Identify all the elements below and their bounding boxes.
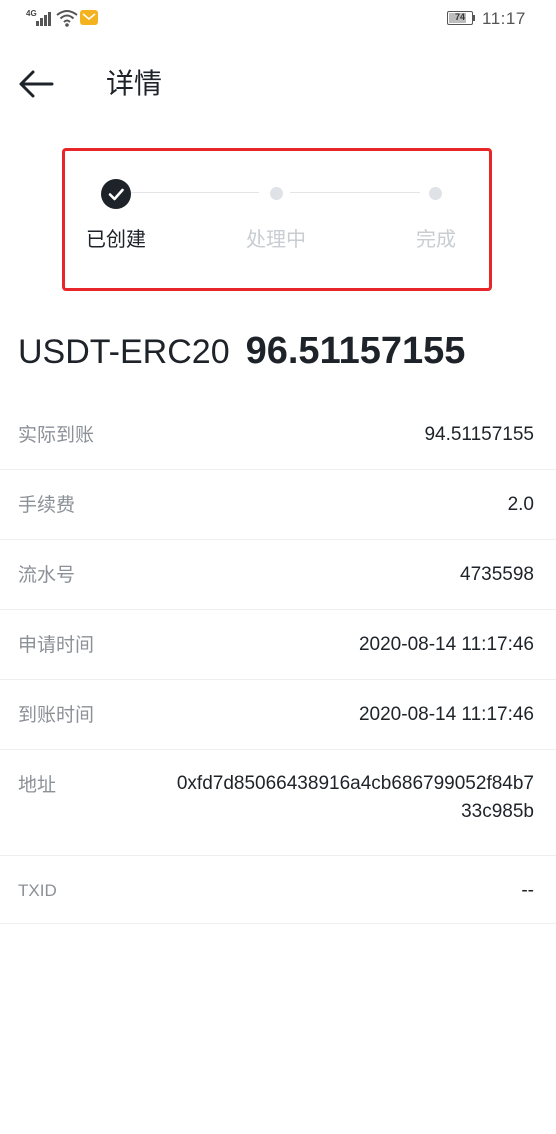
detail-row-serial-number: 流水号 4735598	[0, 540, 556, 610]
back-button[interactable]	[14, 64, 60, 104]
step-connector	[290, 192, 420, 193]
battery-level: 74	[454, 12, 465, 22]
detail-row-txid: TXID --	[0, 856, 556, 924]
withdrawal-summary: USDT-ERC20 96.51157155	[18, 330, 465, 386]
detail-row-arrival-time: 到账时间 2020-08-14 11:17:46	[0, 680, 556, 750]
step-complete-label: 完成	[416, 227, 456, 251]
step-created-label: 已创建	[86, 227, 146, 251]
detail-label: 地址	[18, 774, 57, 796]
step-complete-dot	[429, 187, 442, 200]
detail-row-fee: 手续费 2.0	[0, 470, 556, 540]
detail-label: 手续费	[18, 494, 76, 516]
step-processing-label: 处理中	[246, 227, 306, 251]
mail-notification-icon	[80, 10, 98, 25]
withdrawal-amount: 96.51157155	[245, 330, 466, 372]
status-bar: 4G 74 11:17	[0, 0, 556, 38]
battery-icon: 74	[447, 11, 473, 25]
address-value[interactable]: 0xfd7d85066438916a4cb686799052f84b733c98…	[174, 770, 534, 826]
step-created-check-icon	[101, 179, 131, 209]
detail-label: 实际到账	[18, 424, 95, 446]
detail-value: 2020-08-14 11:17:46	[358, 704, 534, 725]
coin-name: USDT-ERC20	[18, 333, 230, 371]
step-processing-dot	[270, 187, 283, 200]
detail-row-apply-time: 申请时间 2020-08-14 11:17:46	[0, 610, 556, 680]
arrow-left-icon	[19, 70, 54, 98]
network-type: 4G	[26, 9, 37, 18]
wifi-icon	[56, 9, 78, 27]
detail-row-actual-received: 实际到账 94.51157155	[0, 400, 556, 470]
progress-stepper-highlight	[62, 148, 492, 291]
detail-value: 2020-08-14 11:17:46	[358, 634, 534, 655]
detail-value: 94.51157155	[424, 424, 534, 445]
txid-value: --	[521, 880, 534, 901]
header: 详情	[0, 48, 556, 122]
page-title: 详情	[106, 67, 163, 100]
detail-list: 实际到账 94.51157155 手续费 2.0 流水号 4735598 申请时…	[0, 400, 556, 924]
signal-icon: 4G	[26, 10, 54, 28]
detail-row-address: 地址 0xfd7d85066438916a4cb686799052f84b733…	[0, 750, 556, 856]
detail-label: 流水号	[18, 564, 76, 586]
step-connector	[131, 192, 259, 193]
detail-label: 申请时间	[18, 634, 95, 656]
detail-value: 4735598	[460, 564, 534, 585]
detail-value: 2.0	[507, 494, 534, 515]
clock: 11:17	[482, 9, 526, 28]
detail-label: TXID	[18, 881, 57, 900]
detail-label: 到账时间	[18, 704, 95, 726]
battery-tip	[473, 15, 475, 21]
